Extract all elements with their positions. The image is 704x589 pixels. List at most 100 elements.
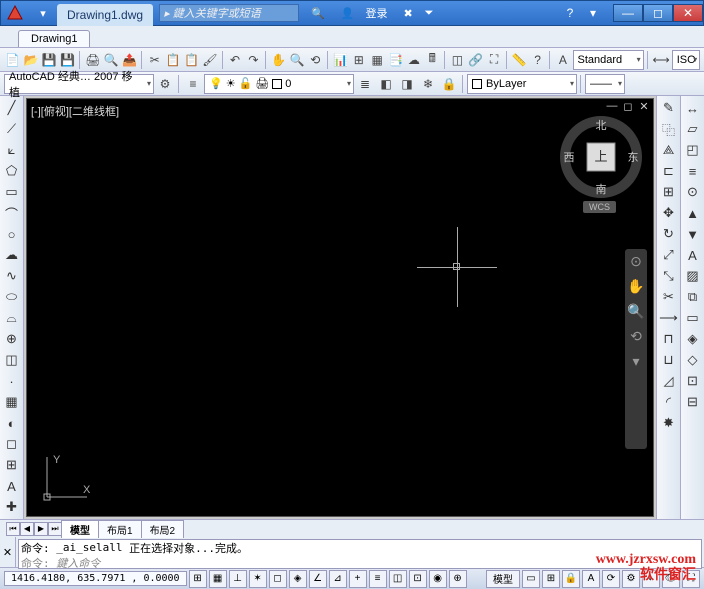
coordinates-display[interactable]: 1416.4180, 635.7971 , 0.0000 — [4, 571, 187, 586]
hatch-back-icon[interactable]: ▨ — [683, 266, 703, 286]
addselected-icon[interactable]: ✚ — [2, 497, 22, 517]
join-icon[interactable]: ⊔ — [659, 350, 679, 370]
fillet-icon[interactable]: ◜ — [659, 392, 679, 412]
publish-icon[interactable]: 📤 — [121, 50, 138, 70]
redo-icon[interactable]: ↷ — [245, 50, 262, 70]
ellipsearc-icon[interactable]: ⌓ — [2, 308, 22, 328]
open-icon[interactable]: 📂 — [22, 50, 39, 70]
extend-icon[interactable]: ⟶ — [659, 308, 679, 328]
3dosnap-toggle[interactable]: ◈ — [289, 570, 307, 588]
properties-icon[interactable]: 📊 — [332, 50, 349, 70]
quickcalc-icon[interactable]: 🖩 — [424, 50, 441, 70]
zoom-icon[interactable]: 🔍 — [288, 50, 305, 70]
explode-icon[interactable]: ✸ — [659, 413, 679, 433]
ortho-toggle[interactable]: ⊥ — [229, 570, 247, 588]
draworder-icon[interactable]: ⧉ — [683, 287, 703, 307]
search-icon[interactable]: 🔍 — [307, 7, 329, 20]
revcloud-icon[interactable]: ☁ — [2, 245, 22, 265]
quickview-layouts-icon[interactable]: ▭ — [522, 570, 540, 588]
circle-icon[interactable]: ○ — [2, 224, 22, 244]
block-icon[interactable]: ◫ — [449, 50, 466, 70]
layout2-tab[interactable]: 布局2 — [141, 520, 185, 538]
model-tab[interactable]: 模型 — [61, 520, 99, 538]
tab-last-icon[interactable]: ⏭ — [48, 522, 62, 536]
layerprev-icon[interactable]: ≣ — [355, 74, 375, 94]
new-icon[interactable]: 📄 — [4, 50, 21, 70]
ungroup-icon[interactable]: ⊟ — [683, 392, 703, 412]
color-dropdown[interactable]: ByLayer — [467, 74, 577, 94]
pan-icon[interactable]: ✋ — [270, 50, 287, 70]
help-dropdown-icon[interactable]: ▾ — [583, 3, 603, 23]
textstyle-dropdown[interactable]: Standard — [573, 50, 644, 70]
matchprop-icon[interactable]: 🖌 — [201, 50, 218, 70]
layermgr-icon[interactable]: ≡ — [183, 74, 203, 94]
xline-icon[interactable]: ⟋ — [2, 119, 22, 139]
spline-icon[interactable]: ∿ — [2, 266, 22, 286]
layer-dropdown[interactable]: 💡 ☀ 🔓 🖨 0 — [204, 74, 354, 94]
region-icon[interactable]: ◻ — [2, 434, 22, 454]
selectall-icon[interactable]: ▭ — [683, 308, 703, 328]
rectangle-icon[interactable]: ▭ — [2, 182, 22, 202]
undo-icon[interactable]: ↶ — [226, 50, 243, 70]
array-icon[interactable]: ⊞ — [659, 182, 679, 202]
exchange-icon[interactable]: ✖ — [399, 7, 416, 20]
zoomprev-icon[interactable]: ⟲ — [307, 50, 324, 70]
help-icon[interactable]: ? — [560, 3, 580, 23]
qselect-icon[interactable]: ◈ — [683, 329, 703, 349]
bringfront-icon[interactable]: ▲ — [683, 203, 703, 223]
stayconnected-icon[interactable]: ⏷ — [421, 7, 438, 20]
polar-toggle[interactable]: ✶ — [249, 570, 267, 588]
workspace-gear-icon[interactable]: ⚙ — [155, 74, 175, 94]
sheetset-icon[interactable]: 📑 — [387, 50, 404, 70]
copy-obj-icon[interactable]: ⿻ — [659, 119, 679, 139]
grid-toggle[interactable]: ▦ — [209, 570, 227, 588]
ref-icon[interactable]: 🔗 — [467, 50, 484, 70]
gradient-icon[interactable]: ◐ — [2, 413, 22, 433]
area-icon[interactable]: ▱ — [683, 119, 703, 139]
move-icon[interactable]: ✥ — [659, 203, 679, 223]
am-toggle[interactable]: ⊕ — [449, 570, 467, 588]
fullnav-icon[interactable]: ⊙ — [630, 253, 642, 270]
makeblock-icon[interactable]: ◫ — [2, 350, 22, 370]
vp-max-icon[interactable]: ◻ — [621, 99, 635, 113]
paste-icon[interactable]: 📋 — [183, 50, 200, 70]
ellipse-icon[interactable]: ⬭ — [2, 287, 22, 307]
search-input[interactable]: ▸鍵入关键字或短语 — [159, 4, 299, 22]
maximize-button[interactable]: ◻ — [643, 4, 673, 22]
measure-icon[interactable]: 📏 — [511, 50, 528, 70]
quickview-dwg-icon[interactable]: ⊞ — [542, 570, 560, 588]
layerlck-icon[interactable]: 🔒 — [439, 74, 459, 94]
id-icon[interactable]: ⊙ — [683, 182, 703, 202]
close-button[interactable]: ✕ — [673, 4, 703, 22]
osnap-toggle[interactable]: ◻ — [269, 570, 287, 588]
lwt-toggle[interactable]: ≡ — [369, 570, 387, 588]
vp-close-icon[interactable]: ✕ — [637, 99, 651, 113]
saveas-icon[interactable]: 💾 — [59, 50, 76, 70]
selectsim-icon[interactable]: ◇ — [683, 350, 703, 370]
dim-icon[interactable]: ⟷ — [651, 50, 670, 70]
viewcube[interactable]: 上 北 南 东 西 WCS — [561, 117, 641, 197]
cleanscreen-icon[interactable]: ⛶ — [485, 50, 502, 70]
chamfer-icon[interactable]: ◿ — [659, 371, 679, 391]
help2-icon[interactable]: ? — [529, 50, 546, 70]
app-logo-icon[interactable] — [5, 3, 25, 23]
offset-icon[interactable]: ⊏ — [659, 161, 679, 181]
signin-button[interactable]: 👤登录 — [333, 5, 396, 21]
mtext-icon[interactable]: A — [2, 476, 22, 496]
tpy-toggle[interactable]: ◫ — [389, 570, 407, 588]
stretch-icon[interactable]: ⤡ — [659, 266, 679, 286]
line-icon[interactable]: ╱ — [2, 98, 22, 118]
sc-toggle[interactable]: ◉ — [429, 570, 447, 588]
copy-icon[interactable]: 📋 — [164, 50, 181, 70]
viewport[interactable]: [-][俯视][二维线框] — ◻ ✕ 上 北 南 东 西 WCS ⊙ — [26, 98, 654, 517]
annoscale-dropdown[interactable]: ISO — [672, 50, 701, 70]
layeriso-icon[interactable]: ◧ — [376, 74, 396, 94]
tab-next-icon[interactable]: ▶ — [34, 522, 48, 536]
workspace-dropdown[interactable]: AutoCAD 经典… 2007 移植 — [4, 74, 154, 94]
region2-icon[interactable]: ◰ — [683, 140, 703, 160]
arc-icon[interactable]: ⌒ — [2, 203, 22, 223]
erase-icon[interactable]: ✎ — [659, 98, 679, 118]
plot-icon[interactable]: 🖨 — [84, 50, 101, 70]
minimize-button[interactable]: — — [613, 4, 643, 22]
mirror-icon[interactable]: ⟁ — [659, 140, 679, 160]
